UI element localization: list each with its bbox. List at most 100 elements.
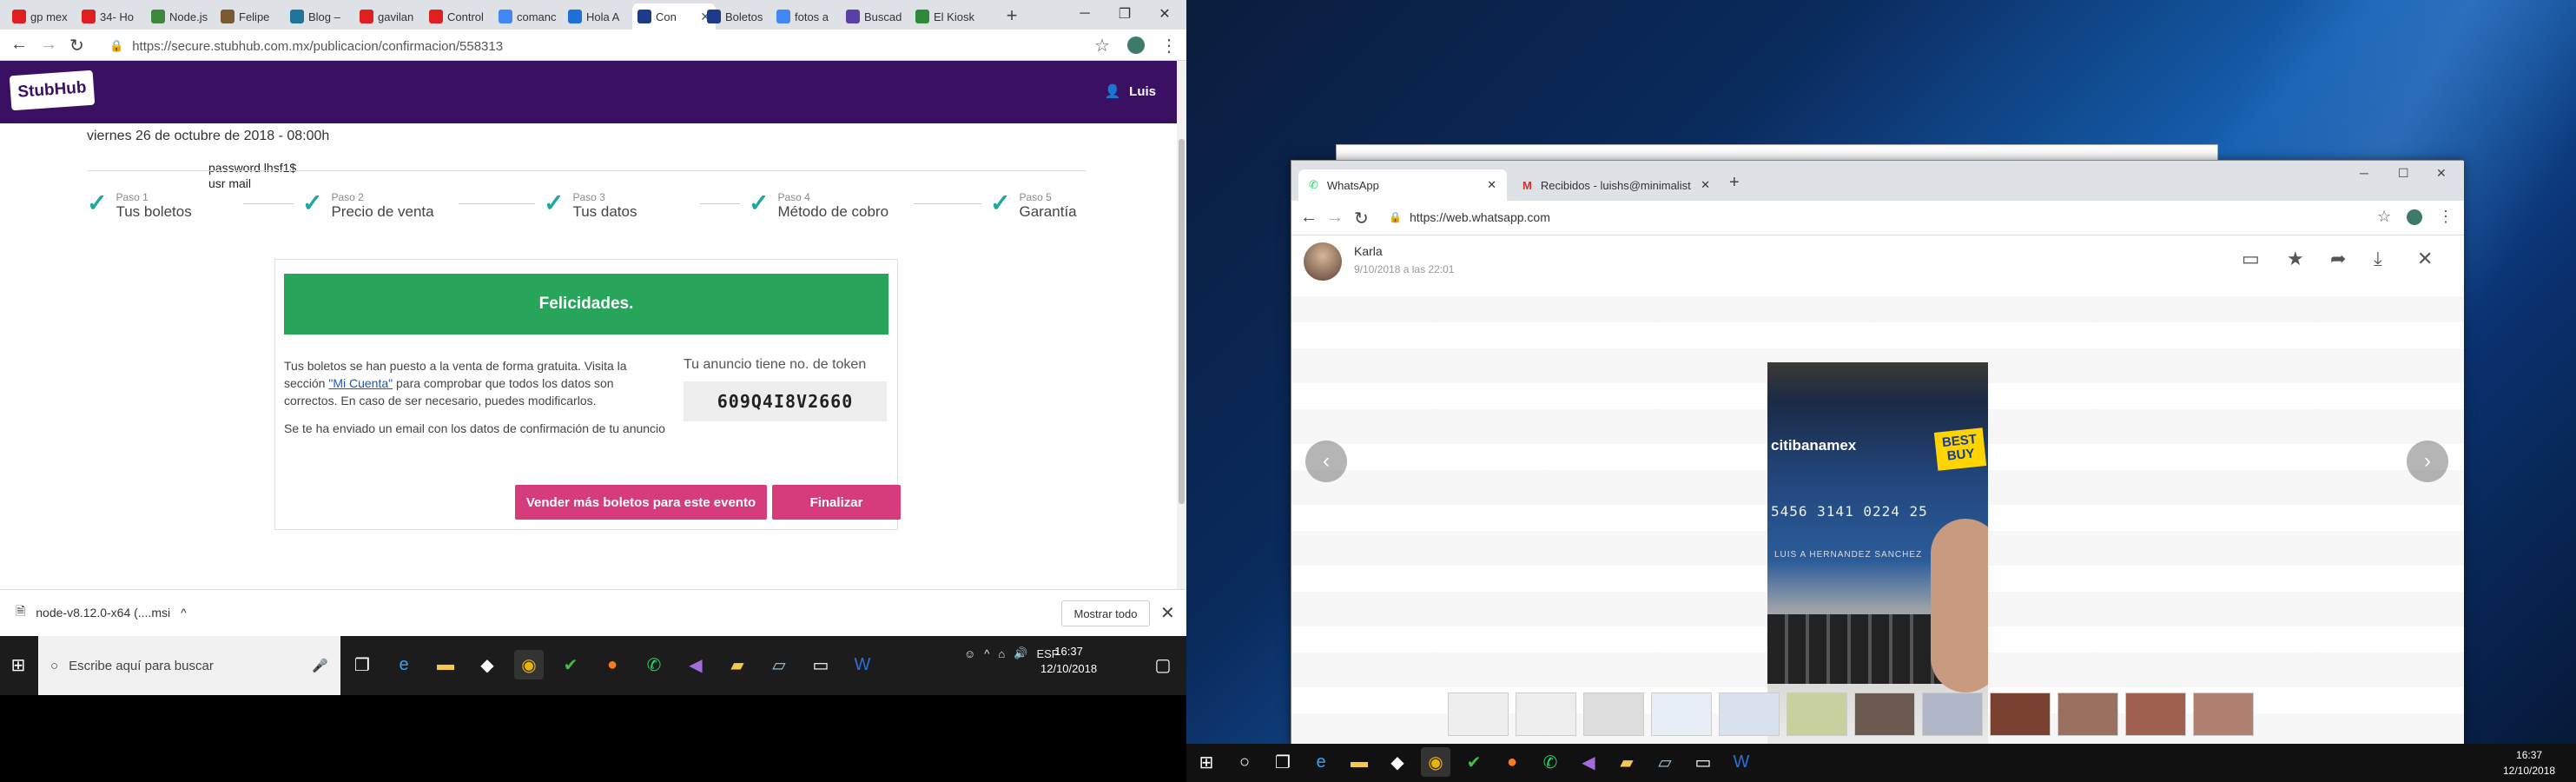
chrome-icon[interactable]: ◉	[1421, 747, 1450, 777]
postman-icon[interactable]: ●	[598, 650, 627, 679]
thumbnail[interactable]	[1719, 693, 1780, 736]
page-scrollbar[interactable]	[1177, 61, 1186, 589]
windows-start-icon[interactable]: ⊞	[3, 650, 33, 679]
microphone-icon[interactable]: 🎤	[312, 658, 328, 673]
person-icon[interactable]: ☺	[964, 647, 975, 660]
chevron-up-icon[interactable]: ^	[181, 606, 187, 620]
tab-gmail[interactable]: M Recibidos - luishs@minimalist.m ✕	[1512, 169, 1721, 201]
browser-tab[interactable]: Control	[424, 3, 492, 30]
browser-tab[interactable]: El Kiosk	[910, 3, 978, 30]
browser-tab[interactable]: Node.js	[146, 3, 214, 30]
stubhub-logo[interactable]: StubHub	[9, 70, 96, 111]
close-icon[interactable]: ✕	[2417, 248, 2433, 270]
scrollbar-thumb[interactable]	[1179, 139, 1185, 504]
next-arrow-icon[interactable]: ›	[2407, 441, 2448, 482]
thumbnail[interactable]	[2057, 693, 2118, 736]
thumbnail[interactable]	[1516, 693, 1576, 736]
message-icon[interactable]: ▭	[2242, 248, 2260, 270]
url-text[interactable]: https://web.whatsapp.com	[1410, 210, 1550, 224]
network-icon[interactable]: ⌂	[998, 647, 1005, 660]
menu-dots-icon[interactable]: ⋮	[1160, 35, 1178, 56]
url-field[interactable]: 🔒 https://secure.stubhub.com.mx/publicac…	[104, 35, 1086, 57]
forward-share-icon[interactable]: ➦	[2330, 248, 2346, 270]
whatsapp-icon[interactable]: ✆	[1536, 747, 1565, 777]
back-icon[interactable]: ←	[1300, 208, 1318, 228]
taskbar-search[interactable]: ○ Escribe aquí para buscar 🎤	[38, 636, 340, 695]
taskbar-clock[interactable]: 16:37 12/10/2018	[2503, 747, 2555, 779]
close-window-icon[interactable]: ✕	[1145, 0, 1185, 28]
reload-icon[interactable]: ↻	[1354, 208, 1369, 229]
thumbnail[interactable]	[2193, 693, 2254, 736]
word-icon[interactable]: W	[848, 650, 877, 679]
store-icon[interactable]: ◆	[1383, 747, 1412, 777]
thumbnail[interactable]	[1854, 693, 1915, 736]
windows-start-icon[interactable]: ⊞	[1192, 747, 1221, 777]
my-account-link[interactable]: "Mi Cuenta"	[328, 376, 393, 390]
terminal-icon[interactable]: ▭	[806, 650, 836, 679]
thumbnail[interactable]	[1651, 693, 1712, 736]
chevron-up-icon[interactable]: ^	[984, 647, 989, 660]
close-tab-icon[interactable]: ✕	[1487, 178, 1496, 192]
star-icon[interactable]: ★	[2287, 248, 2304, 270]
browser-tab[interactable]: fotos a	[771, 3, 839, 30]
close-icon[interactable]: ✕	[1160, 602, 1175, 624]
minimize-icon[interactable]: ─	[1065, 0, 1105, 28]
profile-avatar[interactable]	[1127, 36, 1145, 54]
close-window-icon[interactable]: ✕	[2436, 166, 2447, 181]
thumbnail[interactable]	[1787, 693, 1847, 736]
visual-studio-icon[interactable]: ◀	[1574, 747, 1603, 777]
volume-icon[interactable]: 🔊	[1014, 646, 1027, 660]
visual-studio-icon[interactable]: ◀	[681, 650, 710, 679]
notifications-icon[interactable]: ▢	[1148, 650, 1178, 679]
browser-tab[interactable]: comanc	[493, 3, 561, 30]
tab-whatsapp[interactable]: ✆ WhatsApp ✕	[1298, 169, 1507, 201]
restore-icon[interactable]: ❐	[1105, 0, 1145, 28]
thumbnail[interactable]	[1922, 693, 1983, 736]
previous-arrow-icon[interactable]: ‹	[1305, 441, 1347, 482]
restore-icon[interactable]: ☐	[2398, 166, 2409, 181]
browser-tab[interactable]: Blog –	[285, 3, 353, 30]
taskbar-clock[interactable]: 16:37 12/10/2018	[1040, 643, 1097, 678]
thumbnail[interactable]	[1583, 693, 1644, 736]
folder-icon[interactable]: ▰	[1612, 747, 1641, 777]
menu-dots-icon[interactable]: ⋮	[2438, 208, 2454, 226]
word-icon[interactable]: W	[1727, 747, 1756, 777]
browser-tab[interactable]: Hola A	[563, 3, 631, 30]
terminal-icon[interactable]: ▭	[1688, 747, 1718, 777]
download-item[interactable]: 🗎 node-v8.12.0-x64 (....msi ^	[16, 602, 187, 623]
user-menu[interactable]: 👤 Luis	[1104, 83, 1156, 100]
sell-more-button[interactable]: Vender más boletos para este evento	[515, 485, 767, 520]
download-icon[interactable]: ⤓	[2374, 248, 2382, 270]
finish-button[interactable]: Finalizar	[772, 485, 901, 520]
browser-tab[interactable]: gp mex	[7, 3, 75, 30]
reload-icon[interactable]: ↻	[69, 35, 84, 56]
thumbnail[interactable]	[2125, 693, 2186, 736]
checkmark-app-icon[interactable]: ✔	[556, 650, 585, 679]
edge-icon[interactable]: e	[1306, 747, 1336, 777]
task-view-icon[interactable]: ❐	[1268, 747, 1298, 777]
edge-icon[interactable]: e	[389, 650, 419, 679]
file-explorer-icon[interactable]: ▬	[431, 650, 460, 679]
profile-avatar[interactable]	[2407, 209, 2422, 225]
browser-tab[interactable]: gavilan	[354, 3, 422, 30]
chrome-icon[interactable]: ◉	[514, 650, 544, 679]
browser-tab[interactable]: Buscad	[841, 3, 908, 30]
browser-tab[interactable]: Felipe	[215, 3, 283, 30]
minimize-icon[interactable]: ─	[2360, 166, 2368, 180]
close-tab-icon[interactable]: ✕	[1701, 178, 1710, 192]
bookmark-star-icon[interactable]: ☆	[2377, 208, 2391, 226]
task-view-icon[interactable]: ❐	[347, 650, 377, 679]
browser-tab[interactable]: 34- Ho	[76, 3, 144, 30]
folder-icon[interactable]: ▰	[723, 650, 752, 679]
postman-icon[interactable]: ●	[1497, 747, 1527, 777]
notepad-icon[interactable]: ▱	[764, 650, 794, 679]
new-tab-icon[interactable]: +	[1729, 173, 1740, 193]
file-explorer-icon[interactable]: ▬	[1344, 747, 1374, 777]
avatar[interactable]	[1304, 242, 1342, 281]
whatsapp-icon[interactable]: ✆	[639, 650, 669, 679]
browser-tab[interactable]: Boletos	[702, 3, 769, 30]
forward-icon[interactable]: →	[40, 35, 57, 55]
checkmark-app-icon[interactable]: ✔	[1459, 747, 1489, 777]
back-icon[interactable]: ←	[10, 35, 28, 55]
new-tab-icon[interactable]: +	[1001, 4, 1022, 26]
